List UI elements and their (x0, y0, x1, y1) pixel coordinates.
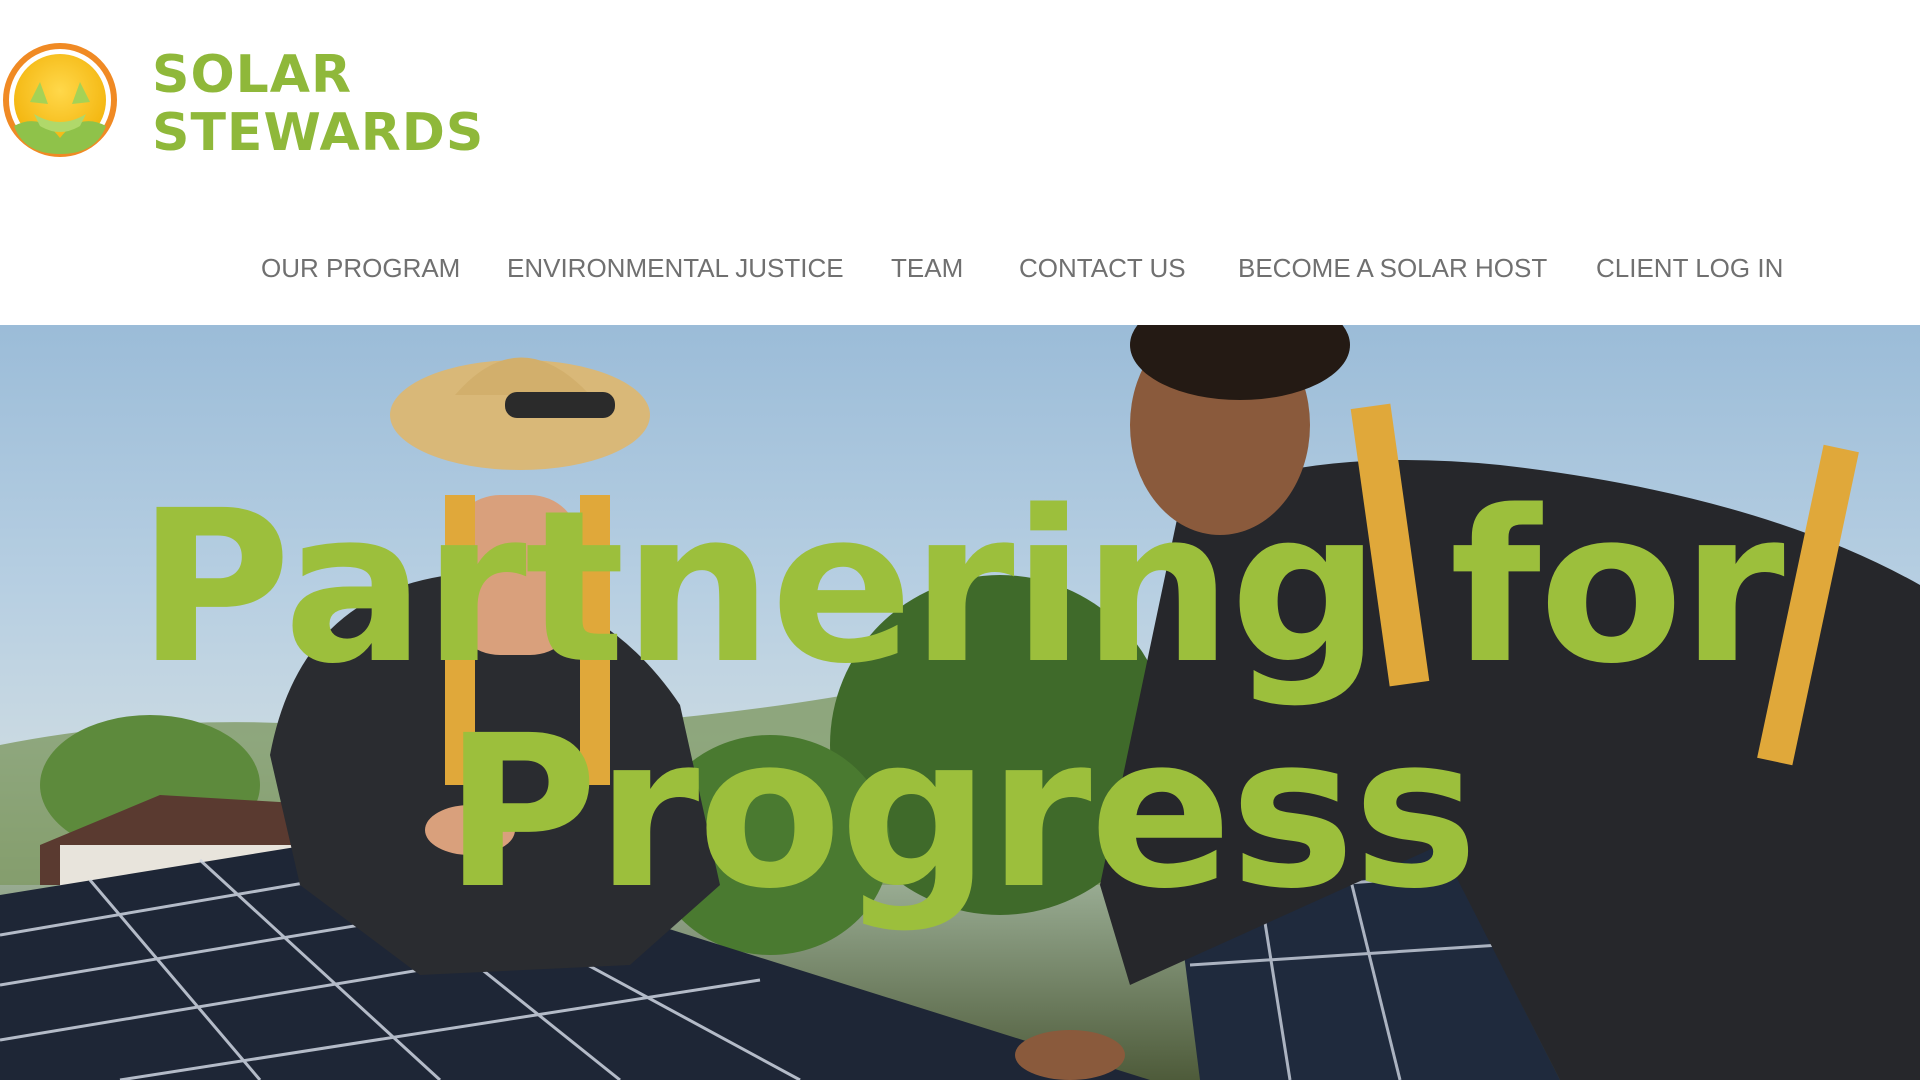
brand-line-2: STEWARDS (152, 103, 485, 163)
nav-team[interactable]: TEAM (891, 253, 963, 284)
hero-banner: Partnering for Progress (0, 325, 1920, 1080)
hero-headline-line-2: Progress (443, 690, 1478, 935)
brand-wordmark: SOLAR STEWARDS (152, 46, 484, 162)
nav-contact-us[interactable]: CONTACT US (1019, 253, 1186, 284)
main-nav: OUR PROGRAM ENVIRONMENTAL JUSTICE TEAM C… (0, 253, 1920, 295)
hero-headline-line-1: Partnering for (137, 465, 1785, 710)
nav-environmental-justice[interactable]: ENVIRONMENTAL JUSTICE (507, 253, 844, 284)
nav-become-solar-host[interactable]: BECOME A SOLAR HOST (1238, 253, 1547, 284)
site-header: SOLAR STEWARDS OUR PROGRAM ENVIRONMENTAL… (0, 0, 1920, 325)
sun-hands-logo-icon (3, 43, 117, 157)
nav-client-log-in[interactable]: CLIENT LOG IN (1596, 253, 1783, 284)
nav-our-program[interactable]: OUR PROGRAM (261, 253, 460, 284)
hero-headline: Partnering for Progress (0, 475, 1920, 925)
site-logo[interactable]: SOLAR STEWARDS (0, 40, 500, 170)
brand-line-1: SOLAR (152, 45, 353, 105)
